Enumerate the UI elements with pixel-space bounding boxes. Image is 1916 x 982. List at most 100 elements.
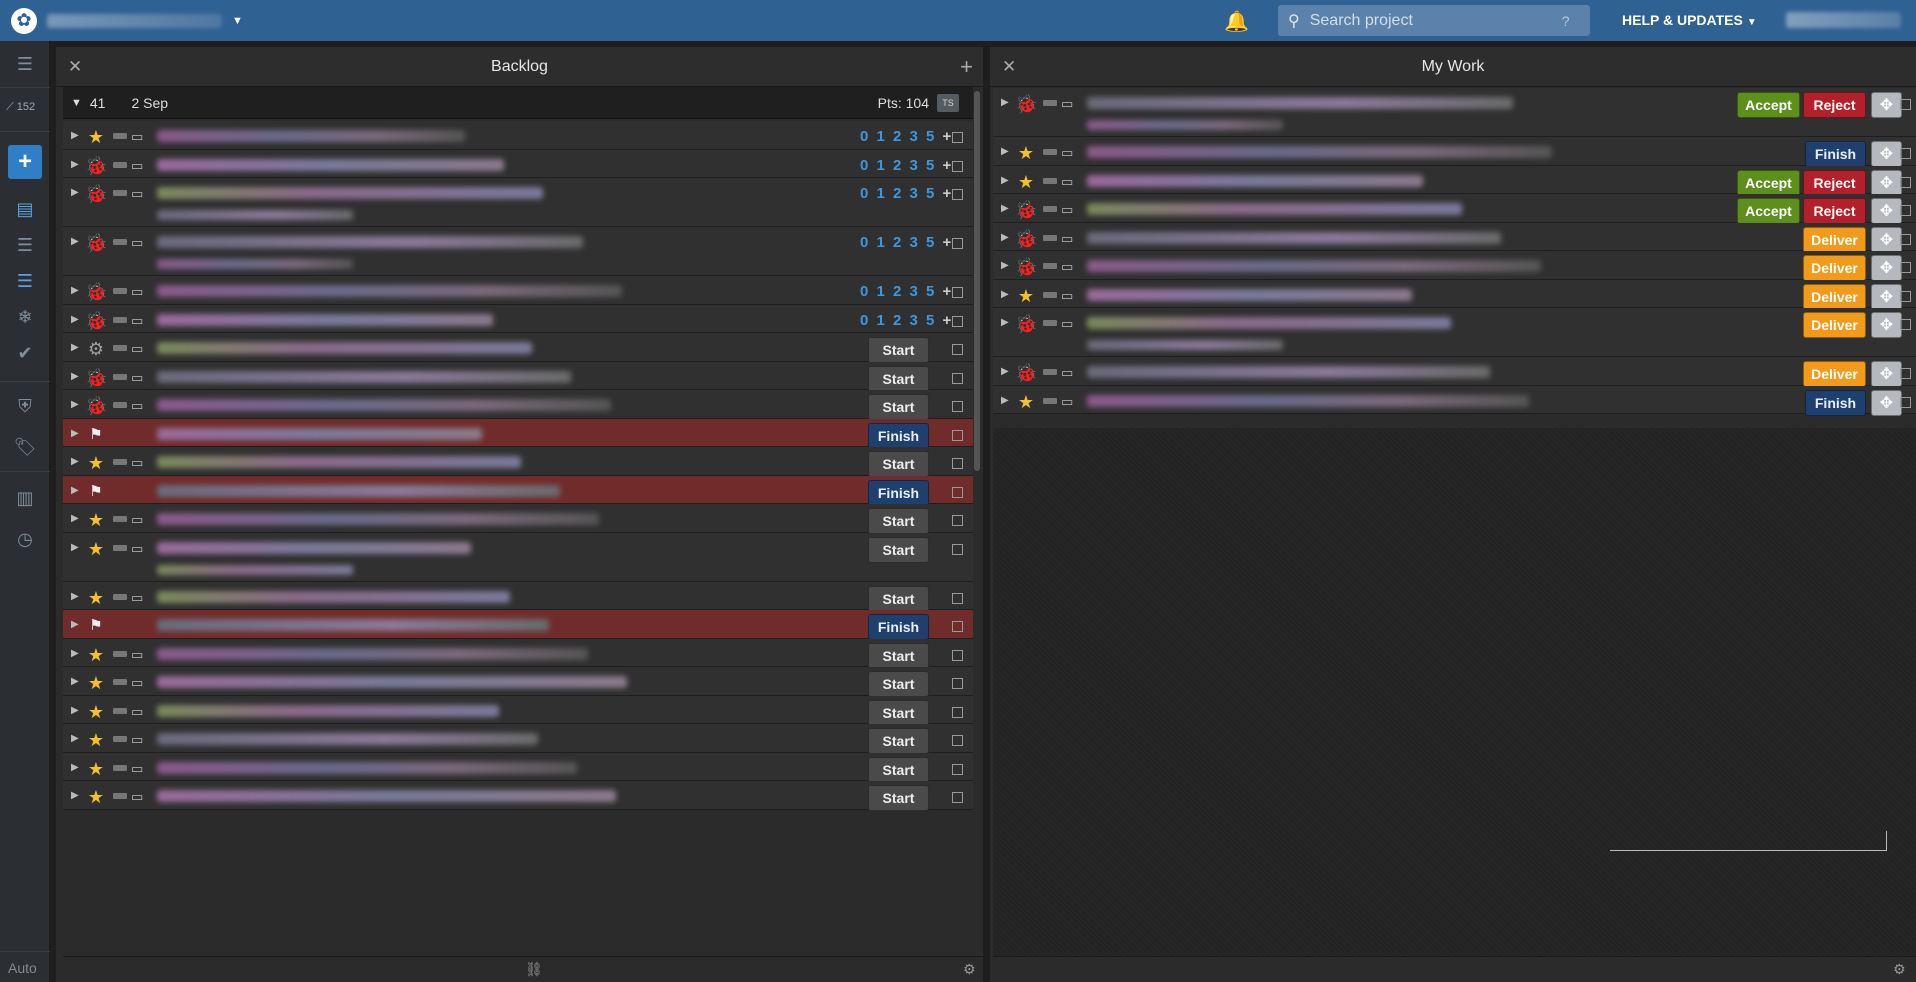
deliver-button[interactable]: Deliver — [1803, 283, 1866, 310]
expand-triangle-icon[interactable]: ▶ — [71, 371, 79, 382]
move-handle-icon[interactable]: ✥ — [1871, 198, 1902, 224]
select-checkbox[interactable] — [952, 592, 963, 604]
start-button[interactable]: Start — [868, 394, 929, 420]
story-row[interactable]: ▶ ★ ▭ Start — [63, 752, 973, 783]
select-checkbox[interactable] — [952, 706, 963, 718]
move-handle-icon[interactable]: ✥ — [1871, 283, 1902, 310]
story-row[interactable]: ▶ ★ ▭ Start — [63, 695, 973, 726]
estimate-picker[interactable]: 0 1 2 3 5 + — [860, 128, 953, 145]
expand-triangle-icon[interactable]: ▶ — [1001, 146, 1009, 157]
history-clock-icon[interactable]: ◷ — [0, 524, 50, 554]
expand-triangle-icon[interactable]: ▶ — [71, 513, 79, 524]
select-checkbox[interactable] — [952, 315, 963, 327]
select-checkbox[interactable] — [952, 160, 963, 172]
estimate-scale[interactable]: 0 1 2 3 5 — [860, 312, 936, 329]
my-work-list-icon[interactable]: ☰ — [0, 266, 50, 296]
current-backlog-icon[interactable]: ▤ — [0, 194, 50, 224]
select-checkbox[interactable] — [952, 792, 963, 803]
project-dropdown-icon[interactable]: ▼ — [232, 15, 243, 27]
finish-button[interactable]: Finish — [1805, 141, 1866, 167]
select-checkbox[interactable] — [952, 543, 963, 555]
labels-tag-icon[interactable]: 🏷 — [0, 432, 50, 462]
select-checkbox[interactable] — [952, 238, 963, 249]
estimate-plus[interactable]: + — [936, 128, 953, 145]
team-strength-badge[interactable]: TS — [937, 93, 959, 112]
estimate-picker[interactable]: 0 1 2 3 5 + — [860, 157, 953, 174]
estimate-scale[interactable]: 0 1 2 3 5 — [860, 157, 936, 174]
expand-triangle-icon[interactable]: ▶ — [71, 542, 79, 553]
expand-triangle-icon[interactable]: ▶ — [71, 790, 79, 801]
reports-chart-icon[interactable]: ▥ — [0, 483, 50, 513]
story-row[interactable]: ▶ ★ ▭ 0 1 2 3 5 + — [63, 121, 973, 150]
search-input[interactable] — [1309, 11, 1560, 30]
select-checkbox[interactable] — [952, 649, 963, 661]
expand-triangle-icon[interactable]: ▶ — [1001, 317, 1009, 328]
deliver-button[interactable]: Deliver — [1803, 312, 1866, 338]
accept-button[interactable]: Accept — [1737, 198, 1800, 224]
select-checkbox[interactable] — [952, 763, 963, 775]
start-button[interactable]: Start — [868, 785, 929, 811]
story-row[interactable]: ▶ ★ ▭ ✥ Finish — [993, 385, 1916, 416]
select-checkbox[interactable] — [952, 189, 963, 200]
story-row[interactable]: ▶ 🐞 ▭ ✥ Deliver — [993, 251, 1916, 281]
start-button[interactable]: Start — [868, 337, 929, 363]
expand-triangle-icon[interactable]: ▶ — [1001, 260, 1009, 271]
finish-button[interactable]: Finish — [868, 479, 929, 506]
deliver-button[interactable]: Deliver — [1803, 361, 1866, 387]
expand-triangle-icon[interactable]: ▶ — [1001, 97, 1009, 108]
backlog-scrollbar[interactable] — [974, 91, 980, 471]
estimate-scale[interactable]: 0 1 2 3 5 — [860, 283, 936, 300]
select-checkbox[interactable] — [1900, 99, 1911, 110]
select-checkbox[interactable] — [952, 132, 963, 143]
select-checkbox[interactable] — [1900, 290, 1911, 302]
reject-button[interactable]: Reject — [1803, 92, 1866, 118]
select-checkbox[interactable] — [1900, 396, 1911, 408]
velocity-indicator[interactable]: ⟋ 152 — [6, 101, 35, 114]
link-icon[interactable]: ⛓ — [525, 961, 543, 978]
close-icon[interactable]: ✕ — [1002, 57, 1016, 77]
story-row[interactable]: ▶ ★ ▭ Start — [63, 504, 973, 534]
select-checkbox[interactable] — [1900, 233, 1911, 245]
story-row[interactable]: ▶ 🐞 ▭ Start — [63, 390, 973, 420]
story-row[interactable]: ▶ 🐞 ▭ ✥ Deliver — [993, 222, 1916, 253]
collapse-triangle-icon[interactable]: ▼ — [71, 97, 82, 109]
settings-gear-icon[interactable]: ⚙ — [963, 961, 976, 978]
iteration-header[interactable]: ▼ 41 2 Sep Pts: 104 TS — [63, 87, 973, 119]
accept-button[interactable]: Accept — [1737, 92, 1800, 118]
estimate-plus[interactable]: + — [936, 234, 953, 251]
add-icon[interactable]: + — [960, 54, 973, 80]
accept-button[interactable]: Accept — [1737, 169, 1800, 196]
start-button[interactable]: Start — [868, 585, 929, 612]
estimate-picker[interactable]: 0 1 2 3 5 + — [860, 283, 953, 300]
expand-triangle-icon[interactable]: ▶ — [71, 428, 79, 439]
story-row[interactable]: ▶ ⚑ Finish — [63, 418, 973, 449]
start-button[interactable]: Start — [868, 671, 929, 697]
expand-triangle-icon[interactable]: ▶ — [71, 187, 79, 198]
story-row[interactable]: ▶ 🐞 ▭ Start — [63, 361, 973, 392]
estimate-plus[interactable]: + — [936, 185, 953, 202]
deliver-button[interactable]: Deliver — [1803, 255, 1866, 281]
icebox-list-icon[interactable]: ☰ — [0, 230, 50, 260]
expand-triangle-icon[interactable]: ▶ — [1001, 203, 1009, 214]
select-checkbox[interactable] — [952, 401, 963, 412]
story-row[interactable]: ▶ 🐞 ▭ 0 1 2 3 5 + — [63, 276, 973, 305]
move-handle-icon[interactable]: ✥ — [1871, 312, 1902, 338]
select-checkbox[interactable] — [952, 372, 963, 384]
expand-triangle-icon[interactable]: ▶ — [1001, 395, 1009, 406]
select-checkbox[interactable] — [952, 678, 963, 689]
project-name[interactable] — [47, 13, 222, 28]
add-story-button[interactable]: + — [8, 145, 42, 179]
start-button[interactable]: Start — [868, 756, 929, 783]
story-row[interactable]: ▶ 🐞 ▭ 0 1 2 3 5 + — [63, 178, 973, 227]
move-handle-icon[interactable]: ✥ — [1871, 361, 1902, 387]
estimate-scale[interactable]: 0 1 2 3 5 — [860, 234, 936, 251]
start-button[interactable]: Start — [868, 451, 929, 477]
story-row[interactable]: ▶ 🐞 ▭ ✥ Reject Accept — [993, 88, 1916, 137]
start-button[interactable]: Start — [868, 536, 929, 563]
expand-triangle-icon[interactable]: ▶ — [71, 485, 79, 496]
select-checkbox[interactable] — [1900, 319, 1911, 330]
estimate-picker[interactable]: 0 1 2 3 5 + — [860, 185, 953, 202]
move-handle-icon[interactable]: ✥ — [1871, 389, 1902, 416]
notification-bell-icon[interactable]: 🔔 — [1224, 9, 1249, 34]
story-row[interactable]: ▶ ★ ▭ Start — [63, 532, 973, 582]
